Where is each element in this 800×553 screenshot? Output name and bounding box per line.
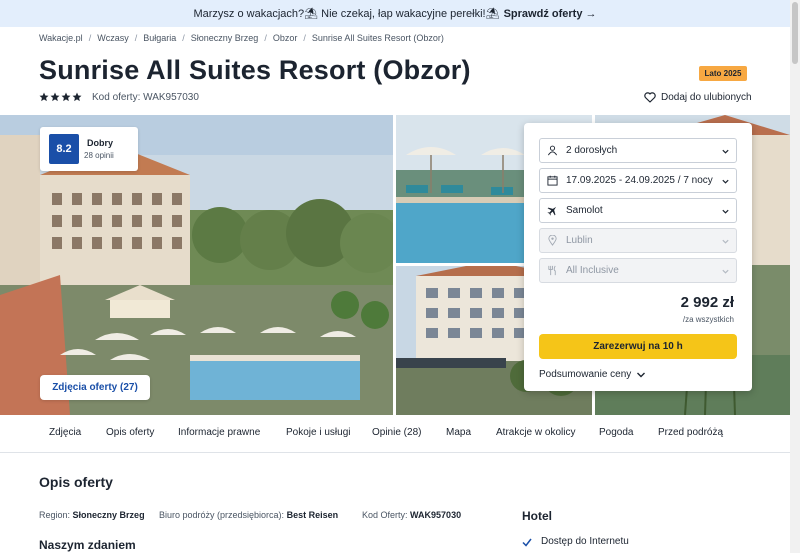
offer-code-info: Kod Oferty: WAK957030 (362, 510, 461, 520)
travelers-select[interactable]: 2 dorosłych (539, 138, 737, 163)
favorites-label: Dodaj do ulubionych (661, 92, 752, 103)
amenity-item: Dostęp do Internetu (522, 536, 629, 547)
code-value: WAK957030 (410, 510, 462, 520)
section-tabs: Zdjęcia Opis oferty Informacje prawne Po… (0, 415, 790, 453)
price-note: /za wszystkich (682, 315, 734, 324)
agency-value: Best Reisen (286, 510, 339, 520)
plane-icon (547, 206, 556, 216)
transport-select[interactable]: Samolot (539, 198, 737, 223)
chevron-down-icon (722, 269, 729, 274)
promo-banner[interactable]: Marzysz o wakacjach?⛱ Nie czekaj, łap wa… (0, 0, 790, 27)
rating-label: Dobry (87, 138, 114, 148)
breadcrumb-item[interactable]: Obzor (273, 33, 298, 43)
chevron-down-icon (722, 239, 729, 244)
season-badge: Lato 2025 (699, 66, 747, 81)
dates-value: 17.09.2025 - 24.09.2025 / 7 nocy (566, 175, 713, 186)
rating-score: 8.2 (49, 134, 79, 164)
scrollbar-thumb[interactable] (792, 2, 798, 64)
price-summary-label: Podsumowanie ceny (539, 369, 632, 380)
breadcrumb-separator: / (303, 33, 306, 43)
price-summary-toggle[interactable]: Podsumowanie ceny (539, 369, 646, 380)
dates-select[interactable]: 17.09.2025 - 24.09.2025 / 7 nocy (539, 168, 737, 193)
region-value: Słoneczny Brzeg (72, 510, 145, 520)
location-icon (547, 235, 557, 246)
tab-description[interactable]: Opis oferty (106, 427, 154, 438)
departure-value: Lublin (566, 235, 593, 246)
tab-weather[interactable]: Pogoda (599, 427, 633, 438)
region-info: Region: Słoneczny Brzeg (39, 510, 145, 520)
calendar-icon (546, 175, 558, 186)
breadcrumb-item[interactable]: Słoneczny Brzeg (191, 33, 259, 43)
total-price: 2 992 zł (680, 294, 734, 311)
page-title: Sunrise All Suites Resort (Obzor) (39, 55, 471, 85)
chevron-down-icon (637, 372, 646, 377)
transport-value: Samolot (566, 205, 603, 216)
opinion-heading: Naszym zdaniem (39, 538, 136, 552)
tab-reviews[interactable]: Opinie (28) (372, 427, 421, 438)
star-icon (50, 92, 60, 102)
check-icon (522, 538, 532, 547)
person-icon (547, 145, 557, 156)
page-scrollbar[interactable] (790, 0, 800, 553)
breadcrumb-separator: / (182, 33, 185, 43)
description-heading: Opis oferty (39, 474, 113, 490)
breadcrumb-separator: / (264, 33, 267, 43)
board-value: All Inclusive (566, 265, 619, 276)
hotel-features-heading: Hotel (522, 509, 552, 523)
hotel-stars (39, 92, 82, 102)
star-icon (61, 92, 71, 102)
amenity-label: Dostęp do Internetu (541, 536, 629, 547)
breadcrumb-separator: / (88, 33, 92, 43)
breadcrumb-separator: / (134, 33, 138, 43)
rating-count: 28 opinii (84, 151, 114, 160)
travelers-value: 2 dorosłych (566, 145, 618, 156)
main-hotel-photo[interactable]: 8.2 Dobry 28 opinii Zdjęcia oferty (27) (0, 115, 393, 415)
breadcrumb-item[interactable]: Bułgaria (143, 33, 176, 43)
chevron-down-icon (722, 179, 729, 184)
book-button[interactable]: Zarezerwuj na 10 h (539, 334, 737, 359)
star-icon (39, 92, 49, 102)
board-select[interactable]: All Inclusive (539, 258, 737, 283)
booking-panel: 2 dorosłych 17.09.2025 - 24.09.2025 / 7 … (524, 123, 752, 391)
region-label: Region: (39, 510, 71, 520)
breadcrumb-current: Sunrise All Suites Resort (Obzor) (311, 33, 444, 43)
breadcrumb: Wakacje.pl / Wczasy / Bułgaria / Słoneczny … (39, 33, 444, 43)
chevron-down-icon (722, 149, 729, 154)
promo-cta-link[interactable]: Sprawdź oferty → (504, 8, 597, 20)
departure-select[interactable]: Lublin (539, 228, 737, 253)
utensils-icon (547, 265, 556, 276)
agency-label: Biuro podróży (przedsiębiorca): (159, 510, 285, 520)
agency-info: Biuro podróży (przedsiębiorca): Best Rei… (159, 510, 338, 520)
breadcrumb-item[interactable]: Wakacje.pl (39, 33, 83, 43)
star-icon (72, 92, 82, 102)
promo-text: Marzysz o wakacjach?⛱ Nie czekaj, łap wa… (193, 8, 500, 20)
tab-legal-info[interactable]: Informacje prawne (178, 427, 260, 438)
chevron-down-icon (722, 209, 729, 214)
rating-card[interactable]: 8.2 Dobry 28 opinii (40, 127, 138, 171)
breadcrumb-item[interactable]: Wczasy (97, 33, 129, 43)
tab-attractions[interactable]: Atrakcje w okolicy (496, 427, 575, 438)
tab-photos[interactable]: Zdjęcia (49, 427, 81, 438)
add-to-favorites-button[interactable]: Dodaj do ulubionych (644, 92, 752, 103)
offer-code: Kod oferty: WAK957030 (92, 92, 199, 103)
code-label: Kod Oferty: (362, 510, 408, 520)
offer-photos-button[interactable]: Zdjęcia oferty (27) (40, 375, 150, 400)
heart-icon (644, 92, 656, 103)
tab-rooms[interactable]: Pokoje i usługi (286, 427, 350, 438)
tab-before-trip[interactable]: Przed podróżą (658, 427, 723, 438)
tab-map[interactable]: Mapa (446, 427, 471, 438)
